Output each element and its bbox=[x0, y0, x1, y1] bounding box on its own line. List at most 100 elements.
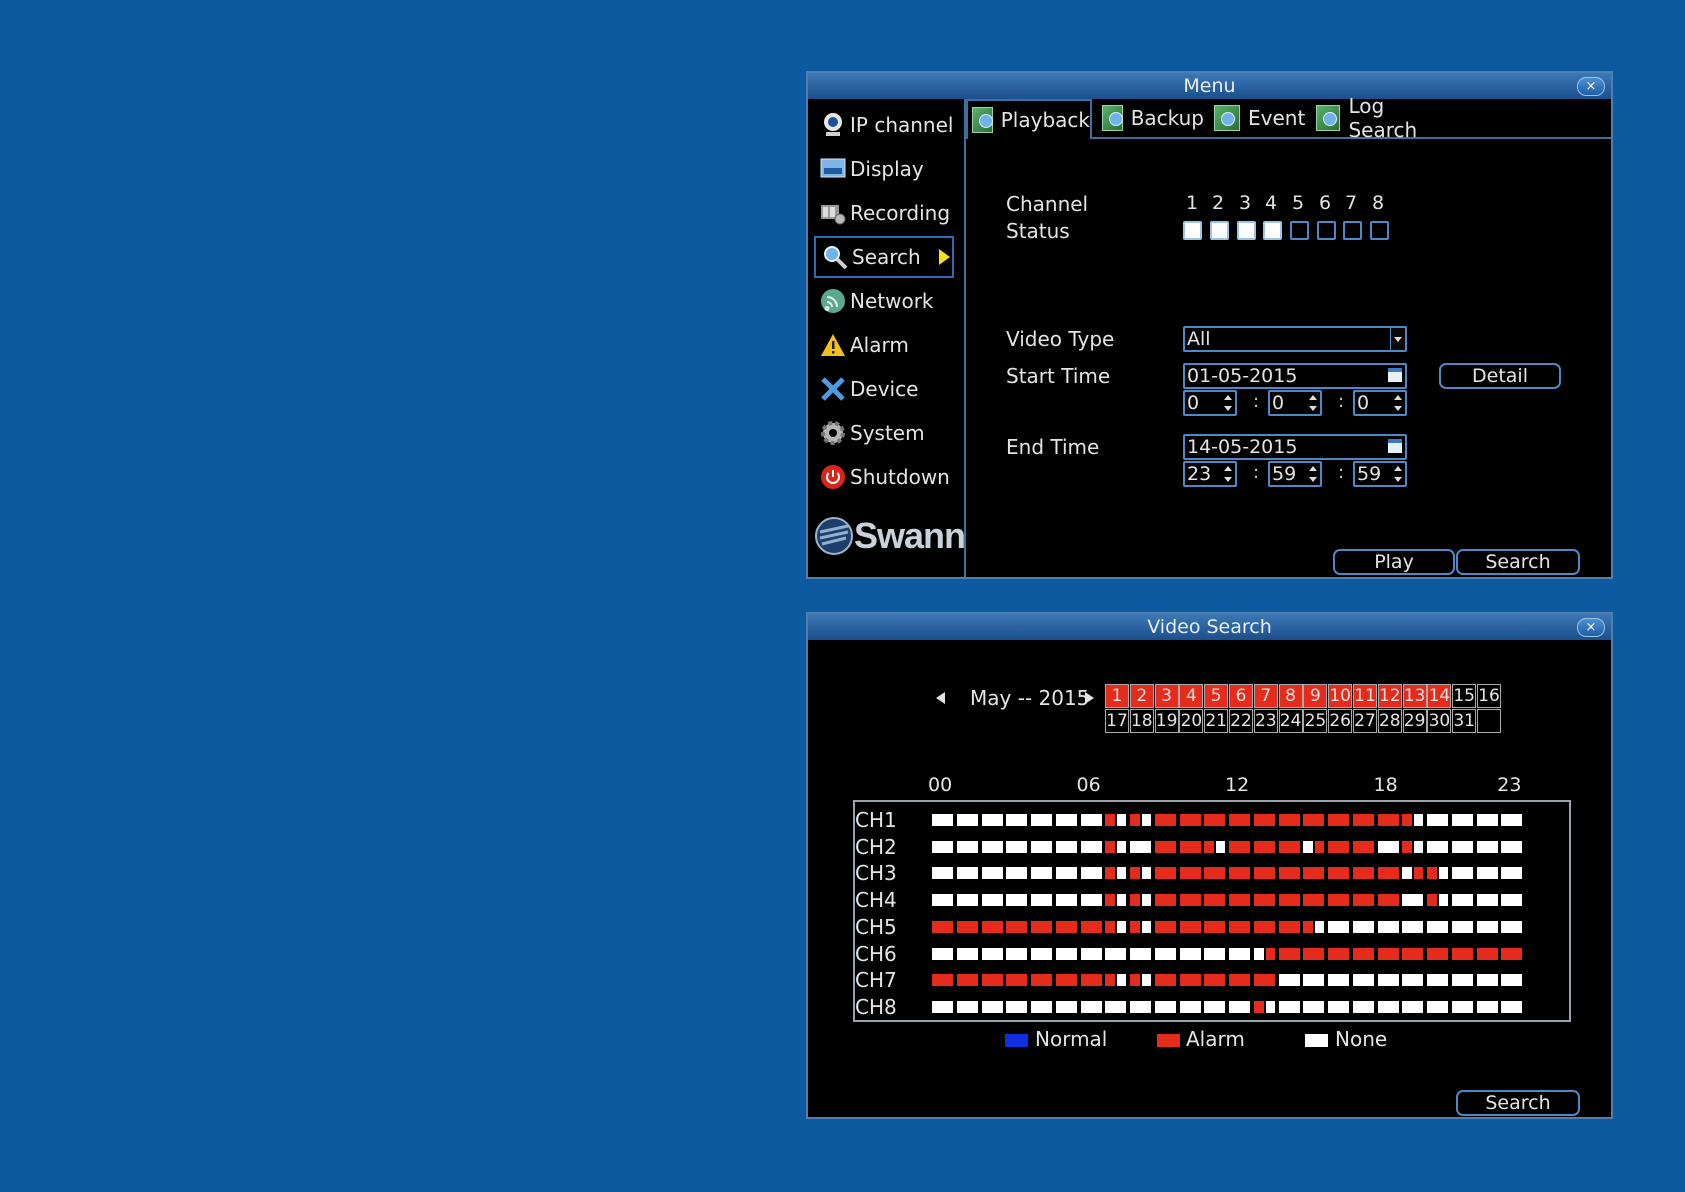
timeline-segment[interactable] bbox=[1031, 894, 1052, 907]
timeline-segment[interactable] bbox=[1265, 947, 1275, 960]
sidebar-item-recording[interactable]: Recording bbox=[814, 192, 954, 234]
timeline-segment[interactable] bbox=[1130, 974, 1140, 987]
timeline-segment[interactable] bbox=[1501, 840, 1523, 853]
timeline-segment[interactable] bbox=[981, 814, 1003, 826]
timeline-segment[interactable] bbox=[1352, 1000, 1374, 1013]
timeline-segment[interactable] bbox=[1105, 814, 1116, 826]
timeline-segment[interactable] bbox=[1402, 894, 1424, 907]
timeline-segment[interactable] bbox=[981, 947, 1003, 960]
timeline-segment[interactable] bbox=[981, 840, 1003, 853]
timeline-segment[interactable] bbox=[1476, 894, 1498, 907]
timeline-segment[interactable] bbox=[1265, 1000, 1275, 1013]
timeline-segment[interactable] bbox=[1303, 974, 1325, 987]
timeline-segment[interactable] bbox=[1278, 894, 1300, 907]
timeline-segment[interactable] bbox=[1377, 894, 1399, 907]
timeline-segment[interactable] bbox=[1179, 867, 1201, 880]
timeline-segment[interactable] bbox=[1204, 920, 1226, 933]
timeline-segment[interactable] bbox=[1476, 947, 1498, 960]
timeline-segment[interactable] bbox=[1377, 974, 1399, 987]
timeline-segment[interactable] bbox=[1105, 974, 1116, 987]
timeline-segment[interactable] bbox=[1402, 974, 1424, 987]
timeline-segment[interactable] bbox=[1377, 920, 1399, 933]
channel-checkbox-8[interactable] bbox=[1370, 221, 1389, 240]
timeline-segment[interactable] bbox=[1439, 867, 1448, 880]
timeline-segment[interactable] bbox=[1303, 947, 1325, 960]
timeline-segment[interactable] bbox=[1427, 894, 1437, 907]
channel-checkbox-2[interactable] bbox=[1210, 221, 1229, 240]
timeline-segment[interactable] bbox=[1130, 814, 1140, 826]
timeline-segment[interactable] bbox=[932, 840, 953, 853]
timeline-segment[interactable] bbox=[1229, 974, 1250, 987]
timeline-segment[interactable] bbox=[1328, 947, 1349, 960]
timeline-segment[interactable] bbox=[1278, 974, 1300, 987]
timeline-segment[interactable] bbox=[1402, 947, 1424, 960]
timeline-segment[interactable] bbox=[1402, 814, 1413, 826]
timeline-segment[interactable] bbox=[1303, 920, 1314, 933]
stepper-arrows-icon[interactable] bbox=[1393, 394, 1403, 412]
timeline-segment[interactable] bbox=[1031, 867, 1052, 880]
timeline-segment[interactable] bbox=[1377, 1000, 1399, 1013]
menu-close-button[interactable]: × bbox=[1577, 77, 1605, 96]
timeline-segment[interactable] bbox=[1501, 1000, 1523, 1013]
timeline-segment[interactable] bbox=[1006, 840, 1028, 853]
timeline-segment[interactable] bbox=[1179, 947, 1201, 960]
timeline-segment[interactable] bbox=[1154, 867, 1176, 880]
timeline-segment[interactable] bbox=[1031, 920, 1052, 933]
timeline-segment[interactable] bbox=[1253, 867, 1275, 880]
timeline-segment[interactable] bbox=[1303, 814, 1325, 826]
timeline-segment[interactable] bbox=[1501, 947, 1523, 960]
timeline-segment[interactable] bbox=[1117, 920, 1127, 933]
timeline-segment[interactable] bbox=[956, 1000, 978, 1013]
timeline-segment[interactable] bbox=[1352, 840, 1374, 853]
timeline-segment[interactable] bbox=[1080, 894, 1102, 907]
timeline-segment[interactable] bbox=[1080, 920, 1102, 933]
timeline-segment[interactable] bbox=[1303, 1000, 1325, 1013]
timeline-segment[interactable] bbox=[1154, 947, 1176, 960]
timeline-segment[interactable] bbox=[1204, 840, 1215, 853]
timeline-segment[interactable] bbox=[1402, 867, 1413, 880]
timeline-segment[interactable] bbox=[1006, 1000, 1028, 1013]
timeline-segment[interactable] bbox=[1105, 840, 1116, 853]
timeline-segment[interactable] bbox=[1451, 974, 1473, 987]
end-minute-stepper[interactable]: 59 bbox=[1268, 461, 1322, 487]
timeline-segment[interactable] bbox=[1055, 974, 1077, 987]
timeline-segment[interactable] bbox=[1055, 947, 1077, 960]
timeline-segment[interactable] bbox=[1451, 814, 1473, 826]
timeline-segment[interactable] bbox=[1414, 814, 1424, 826]
start-second-stepper[interactable]: 0 bbox=[1353, 390, 1407, 416]
timeline-segment[interactable] bbox=[1216, 840, 1226, 853]
timeline-segment[interactable] bbox=[1328, 974, 1349, 987]
timeline-segment[interactable] bbox=[1253, 814, 1275, 826]
timeline-segment[interactable] bbox=[1303, 840, 1314, 853]
video-search-button[interactable]: Search bbox=[1456, 1090, 1580, 1116]
timeline-segment[interactable] bbox=[1229, 894, 1250, 907]
timeline-segment[interactable] bbox=[1142, 920, 1151, 933]
timeline-segment[interactable] bbox=[1154, 920, 1176, 933]
timeline-segment[interactable] bbox=[1476, 867, 1498, 880]
timeline-segment[interactable] bbox=[1476, 840, 1498, 853]
timeline-segment[interactable] bbox=[1451, 840, 1473, 853]
timeline-segment[interactable] bbox=[1427, 974, 1448, 987]
timeline-segment[interactable] bbox=[1105, 947, 1127, 960]
timeline-segment[interactable] bbox=[1204, 814, 1226, 826]
timeline-segment[interactable] bbox=[1352, 867, 1374, 880]
timeline-segment[interactable] bbox=[1315, 920, 1325, 933]
timeline-segment[interactable] bbox=[1142, 974, 1151, 987]
timeline-segment[interactable] bbox=[1117, 974, 1127, 987]
tab-log-search[interactable]: Log Search bbox=[1312, 94, 1452, 142]
timeline-segment[interactable] bbox=[1006, 867, 1028, 880]
timeline-segment[interactable] bbox=[1402, 920, 1424, 933]
timeline-segment[interactable] bbox=[1130, 840, 1151, 853]
timeline-segment[interactable] bbox=[1031, 974, 1052, 987]
channel-checkbox-3[interactable] bbox=[1237, 221, 1256, 240]
timeline-segment[interactable] bbox=[1253, 974, 1275, 987]
end-hour-stepper[interactable]: 23 bbox=[1183, 461, 1237, 487]
tab-event[interactable]: Event bbox=[1210, 99, 1306, 137]
timeline-segment[interactable] bbox=[956, 974, 978, 987]
timeline-segment[interactable] bbox=[1080, 814, 1102, 826]
timeline-segment[interactable] bbox=[956, 840, 978, 853]
timeline-segment[interactable] bbox=[1055, 840, 1077, 853]
timeline-segment[interactable] bbox=[1006, 974, 1028, 987]
timeline-segment[interactable] bbox=[1179, 920, 1201, 933]
start-hour-stepper[interactable]: 0 bbox=[1183, 390, 1237, 416]
